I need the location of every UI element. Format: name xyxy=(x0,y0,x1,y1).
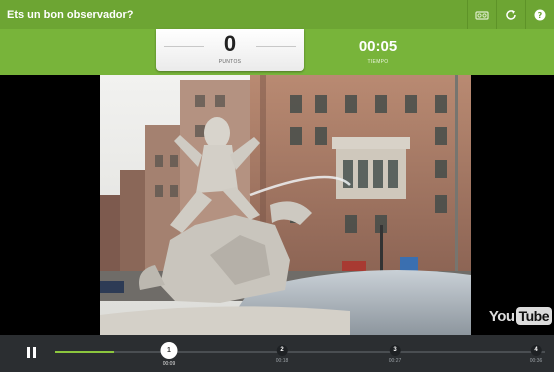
question-marker-number: 2 xyxy=(276,345,288,356)
reload-button[interactable] xyxy=(496,0,525,29)
svg-text:?: ? xyxy=(538,11,543,20)
fountain-video-image xyxy=(100,75,471,335)
question-marker-time: 00:27 xyxy=(388,358,402,364)
glasses-button[interactable] xyxy=(467,0,496,29)
help-icon: ? xyxy=(534,9,546,20)
youtube-logo[interactable]: You Tube xyxy=(489,307,552,325)
pause-button[interactable] xyxy=(27,347,39,359)
youtube-logo-tube: Tube xyxy=(515,307,552,325)
timer-value: 00:05 xyxy=(358,38,398,55)
question-marker-time: 00:09 xyxy=(162,361,176,367)
title-bar: Ets un bon observador? ? xyxy=(0,0,554,29)
question-marker-time: 00:18 xyxy=(275,358,289,364)
timer-label: TIEMPO xyxy=(367,59,389,65)
score-value: 0 xyxy=(223,31,237,56)
score-label: PUNTOS xyxy=(218,59,242,65)
question-marker-number: 1 xyxy=(160,342,178,359)
youtube-logo-you: You xyxy=(488,307,515,325)
glasses-icon xyxy=(475,10,489,20)
video-frame[interactable] xyxy=(100,75,471,335)
pause-icon-bar xyxy=(27,347,30,358)
app-window: Ets un bon observador? ? 0 PUNTOS 00:05 … xyxy=(0,0,554,372)
question-marker-number: 3 xyxy=(389,345,401,356)
question-marker-number: 4 xyxy=(530,345,542,356)
score-panel: 0 PUNTOS xyxy=(156,29,304,71)
reload-icon xyxy=(506,9,516,20)
help-button[interactable]: ? xyxy=(525,0,554,29)
question-marker-1[interactable]: 1 00:09 xyxy=(160,342,178,367)
window-title: Ets un bon observador? xyxy=(7,8,134,21)
progress-fill xyxy=(55,351,114,353)
pause-icon-bar xyxy=(33,347,36,358)
question-marker-time: 00:36 xyxy=(529,358,543,364)
question-marker-4[interactable]: 4 00:36 xyxy=(529,345,543,364)
question-marker-2[interactable]: 2 00:18 xyxy=(275,345,289,364)
question-marker-3[interactable]: 3 00:27 xyxy=(388,345,402,364)
control-bar: 1 00:09 2 00:18 3 00:27 4 00:36 xyxy=(0,335,554,372)
progress-track[interactable] xyxy=(55,351,545,353)
video-player[interactable]: You Tube xyxy=(0,75,554,335)
